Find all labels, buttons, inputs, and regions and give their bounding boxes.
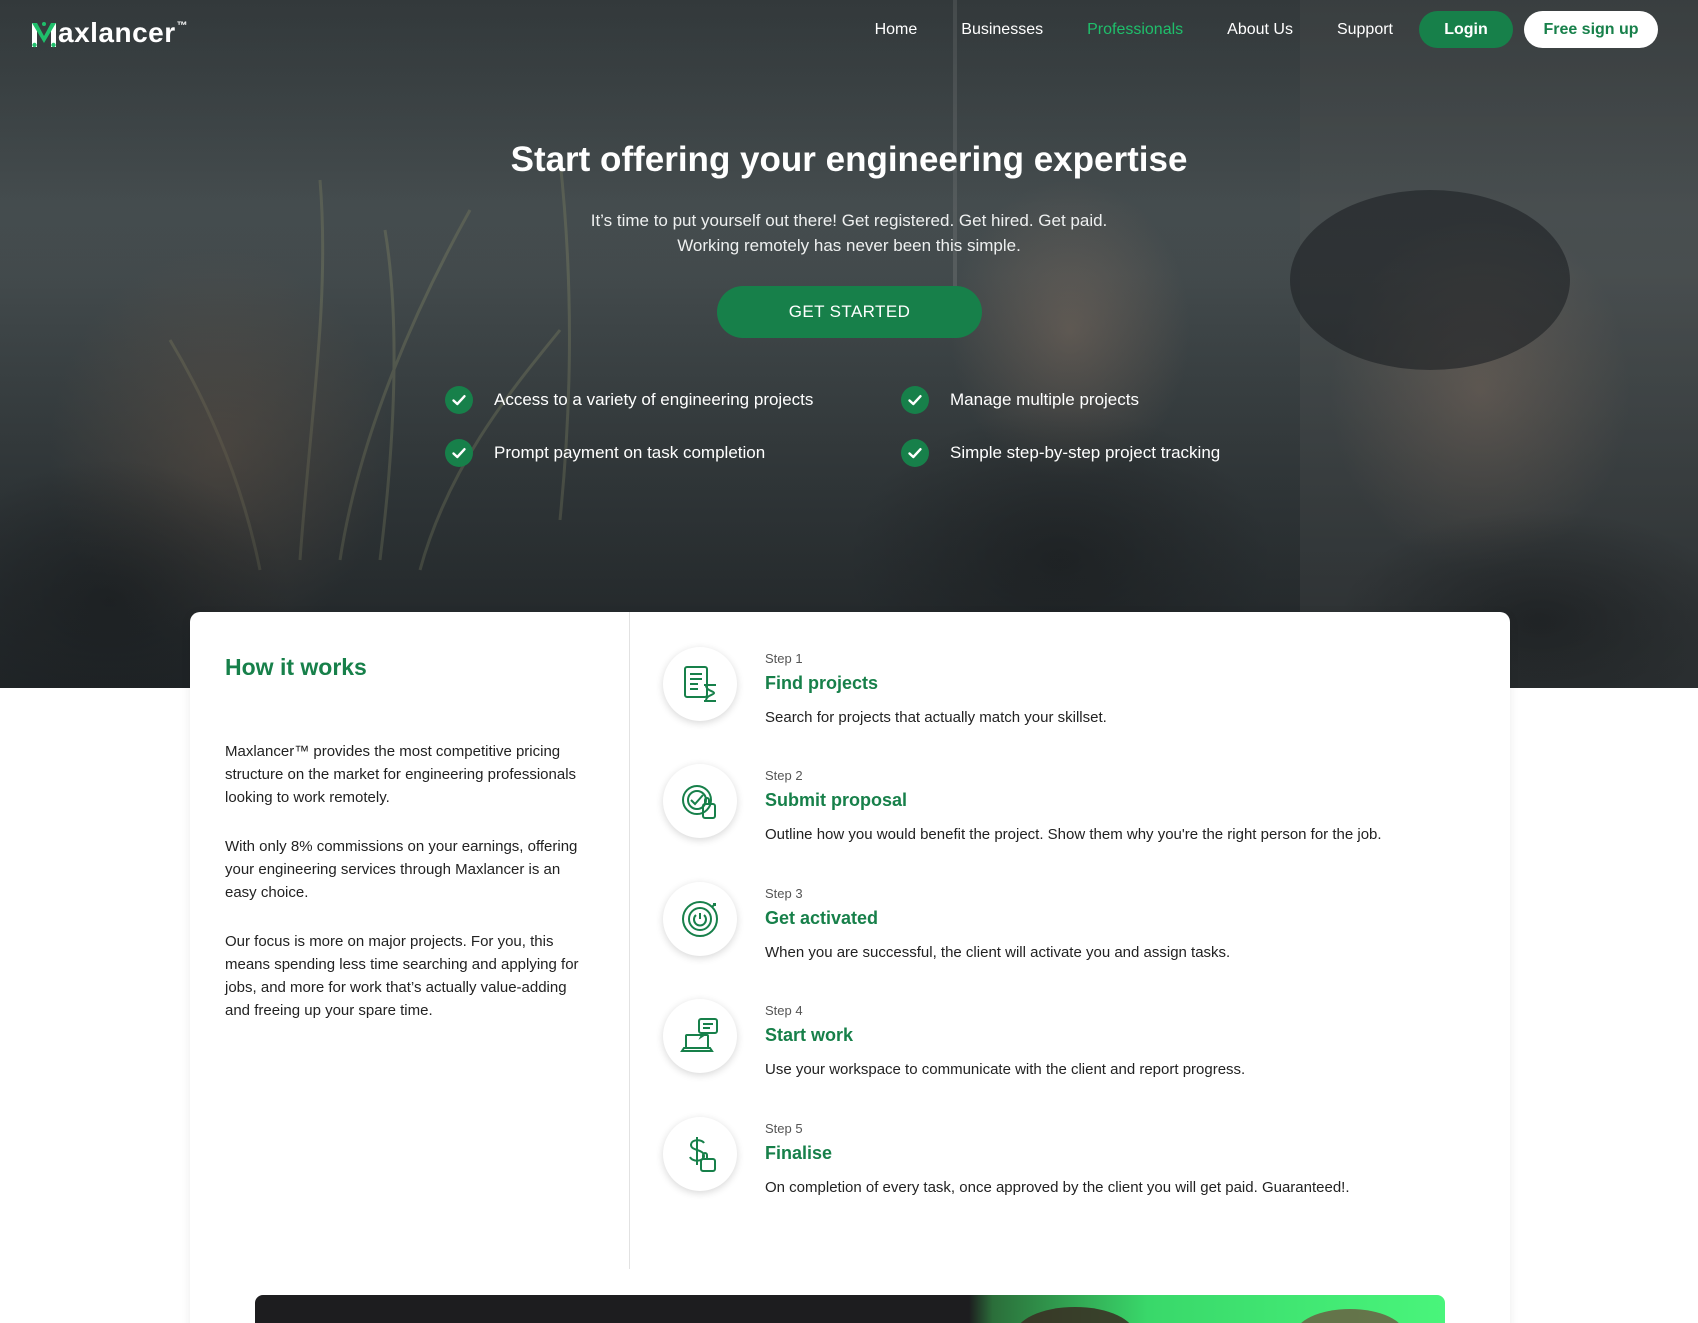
step-number: Step 1 <box>765 651 803 666</box>
site-logo[interactable]: axlancer ™ <box>31 14 188 48</box>
nav-link-businesses[interactable]: Businesses <box>961 21 1043 39</box>
step-item-finalise: Step 5 Finalise On completion of every t… <box>663 1117 1483 1227</box>
step-item-get-activated: Step 3 Get activated When you are succes… <box>663 882 1483 992</box>
step-item-submit-proposal: Step 2 Submit proposal Outline how you w… <box>663 764 1483 874</box>
free-signup-button[interactable]: Free sign up <box>1524 11 1658 48</box>
feature-item: Prompt payment on task completion <box>445 438 765 468</box>
step-title: Find projects <box>765 673 879 693</box>
main-navigation: Home Businesses Professionals About Us S… <box>831 11 1658 48</box>
how-it-works-card: How it works Maxlancer™ provides the mos… <box>190 612 1510 1323</box>
how-paragraph: With only 8% commissions on your earning… <box>225 838 578 901</box>
step-item-find-projects: Step 1 Find projects Search for projects… <box>663 647 1483 757</box>
feature-text: Simple step-by-step project tracking <box>950 443 1221 462</box>
hero-title: Start offering your engineering expertis… <box>510 140 1188 179</box>
checkmark-icon <box>901 386 929 414</box>
how-paragraph: Our focus is more on major projects. For… <box>225 933 579 1019</box>
logo-m-icon <box>32 22 56 48</box>
promo-banner <box>255 1295 1445 1323</box>
step-title: Submit proposal <box>765 790 908 810</box>
step-description: Search for projects that actually match … <box>765 709 1107 726</box>
checkmark-icon <box>445 439 473 467</box>
document-hourglass-icon <box>663 647 737 721</box>
logo-trademark: ™ <box>176 20 188 32</box>
card-divider <box>629 612 630 1269</box>
step-description: Use your workspace to communicate with t… <box>765 1061 1246 1078</box>
feature-text: Manage multiple projects <box>950 390 1139 409</box>
dollar-payment-icon <box>663 1117 737 1191</box>
feature-text: Prompt payment on task completion <box>494 443 766 462</box>
how-paragraph: Maxlancer™ provides the most competitive… <box>225 743 577 806</box>
hero-subtitle: It’s time to put yourself out there! Get… <box>0 208 1698 258</box>
feature-item: Access to a variety of engineering proje… <box>445 385 813 415</box>
step-number: Step 5 <box>765 1121 803 1136</box>
feature-item: Simple step-by-step project tracking <box>901 438 1220 468</box>
step-title: Finalise <box>765 1143 833 1163</box>
hero-subtitle-line-2: Working remotely has never been this sim… <box>677 236 1021 255</box>
hero-overlay <box>0 0 1698 688</box>
step-title: Start work <box>765 1025 854 1045</box>
step-number: Step 4 <box>765 1003 803 1018</box>
laptop-chat-icon <box>663 999 737 1073</box>
hero-subtitle-line-1: It’s time to put yourself out there! Get… <box>590 211 1108 230</box>
nav-link-about-us[interactable]: About Us <box>1227 21 1293 39</box>
checkmark-icon <box>445 386 473 414</box>
step-item-start-work: Step 4 Start work Use your workspace to … <box>663 999 1483 1109</box>
promo-banner-photo <box>1020 1307 1399 1323</box>
how-it-works-title: How it works <box>225 654 367 680</box>
step-description: Outline how you would benefit the projec… <box>765 826 1382 843</box>
logo-text: axlancer <box>58 17 176 48</box>
step-number: Step 3 <box>765 886 803 901</box>
step-description: On completion of every task, once approv… <box>765 1179 1350 1196</box>
checkmark-icon <box>901 439 929 467</box>
proposal-check-icon <box>663 764 737 838</box>
get-started-button[interactable]: GET STARTED <box>717 286 982 338</box>
feature-text: Access to a variety of engineering proje… <box>494 390 814 409</box>
login-button[interactable]: Login <box>1419 11 1513 48</box>
nav-link-professionals[interactable]: Professionals <box>1087 21 1183 39</box>
step-description: When you are successful, the client will… <box>765 944 1231 961</box>
step-number: Step 2 <box>765 768 803 783</box>
step-title: Get activated <box>765 908 879 928</box>
nav-link-support[interactable]: Support <box>1337 21 1393 39</box>
power-activate-icon <box>663 882 737 956</box>
hero-section <box>0 0 1698 688</box>
feature-item: Manage multiple projects <box>901 385 1139 415</box>
nav-link-home[interactable]: Home <box>875 21 918 39</box>
